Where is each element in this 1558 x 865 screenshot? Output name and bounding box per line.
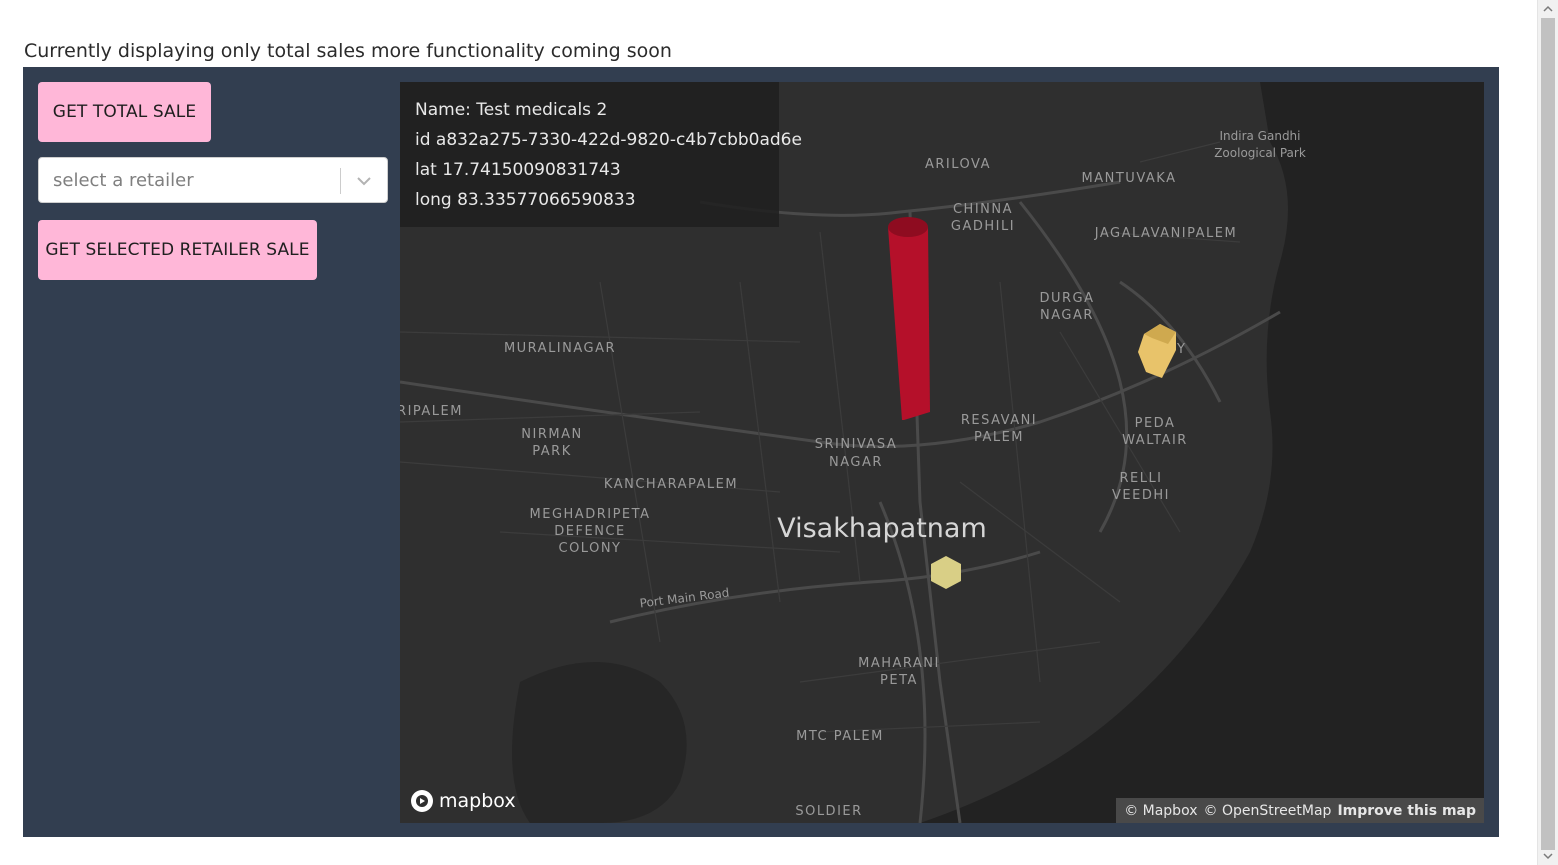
- place-label: VEEDHI: [1112, 488, 1170, 503]
- place-label: Indira Gandhi: [1219, 129, 1300, 143]
- dashboard-panel: GET TOTAL SALE select a retailer GET SEL…: [23, 67, 1499, 837]
- retailer-select[interactable]: select a retailer: [38, 157, 388, 203]
- sales-column-low[interactable]: [931, 556, 961, 589]
- place-label: KANCHARAPALEM: [604, 477, 738, 492]
- scroll-down-arrow-icon[interactable]: [1543, 851, 1553, 861]
- scroll-up-arrow-icon[interactable]: [1543, 4, 1553, 14]
- intro-text: Currently displaying only total sales mo…: [24, 40, 672, 62]
- place-label: SOLDIER: [795, 804, 862, 819]
- improve-map-link[interactable]: Improve this map: [1337, 803, 1476, 819]
- place-label: NAGAR: [829, 455, 883, 470]
- place-label: PARK: [532, 444, 571, 459]
- place-label: NIRMAN: [521, 427, 582, 442]
- tooltip-name: Name: Test medicals 2: [415, 100, 608, 120]
- get-total-sale-button[interactable]: GET TOTAL SALE: [38, 82, 211, 142]
- place-label: CHINNA: [953, 202, 1013, 217]
- get-selected-retailer-sale-button[interactable]: GET SELECTED RETAILER SALE: [38, 220, 317, 280]
- tooltip-lat: lat 17.74150090831743: [415, 160, 621, 180]
- place-label: MURALINAGAR: [504, 341, 616, 356]
- sales-map[interactable]: Indira Gandhi Zoological Park ARILOVA MA…: [400, 82, 1484, 823]
- chevron-down-icon[interactable]: [355, 172, 373, 190]
- place-label: RESAVANI: [961, 413, 1037, 428]
- place-label: Zoological Park: [1214, 146, 1306, 160]
- retailer-tooltip: Name: Test medicals 2 id a832a275-7330-4…: [400, 82, 802, 227]
- city-label: Visakhapatnam: [777, 513, 987, 544]
- place-label: DEFENCE: [554, 524, 625, 539]
- retailer-select-placeholder: select a retailer: [53, 170, 194, 191]
- place-label: MANTUVAKA: [1082, 171, 1177, 186]
- place-label: PETA: [880, 673, 918, 688]
- mapbox-logo-text: mapbox: [439, 790, 516, 812]
- sea-area: [920, 82, 1484, 823]
- attribution-mapbox-link[interactable]: © Mapbox: [1124, 803, 1197, 819]
- sales-column-tall[interactable]: [888, 217, 930, 420]
- map-attribution: © Mapbox © OpenStreetMap Improve this ma…: [1116, 798, 1484, 823]
- place-label: MTC PALEM: [796, 729, 884, 744]
- place-label: ARILOVA: [925, 157, 991, 172]
- attribution-osm-link[interactable]: © OpenStreetMap: [1204, 803, 1332, 819]
- select-separator: [340, 168, 341, 194]
- place-label: PEDA: [1135, 416, 1176, 431]
- place-label: RELLI: [1119, 471, 1162, 486]
- place-label: GADHILI: [951, 219, 1015, 234]
- scrollbar-thumb[interactable]: [1541, 18, 1555, 850]
- mapbox-logo-icon: [411, 790, 433, 812]
- place-label: PALEM: [974, 430, 1024, 445]
- harbour-water: [512, 662, 687, 823]
- place-label: NAGAR: [1040, 308, 1094, 323]
- place-label: MEGHADRIPETA: [530, 507, 651, 522]
- place-label: JAGALAVANIPALEM: [1094, 226, 1237, 241]
- place-label: RIPALEM: [400, 404, 463, 419]
- place-label: MAHARANI: [858, 656, 940, 671]
- place-label: WALTAIR: [1122, 433, 1188, 448]
- tooltip-id: id a832a275-7330-422d-9820-c4b7cbb0ad6e: [415, 130, 802, 150]
- place-label: SRINIVASA: [815, 437, 898, 452]
- place-label: COLONY: [559, 541, 622, 556]
- tooltip-long: long 83.33577066590833: [415, 190, 636, 210]
- mapbox-logo[interactable]: mapbox: [410, 789, 516, 813]
- page-scrollbar[interactable]: [1537, 0, 1558, 865]
- place-label: DURGA: [1039, 291, 1094, 306]
